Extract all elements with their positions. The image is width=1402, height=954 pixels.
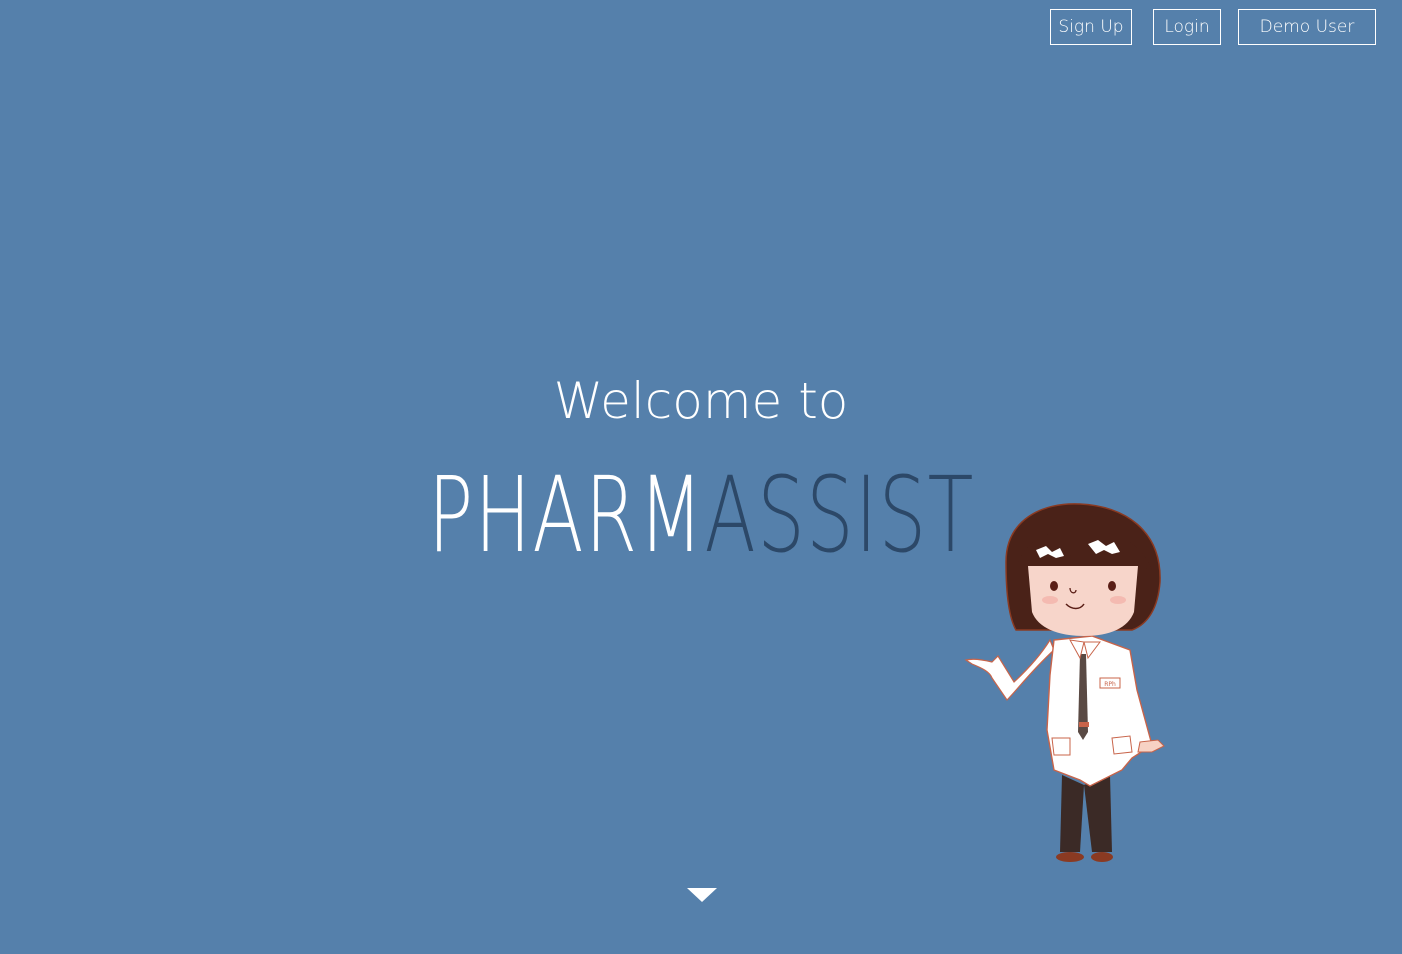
welcome-heading: Welcome to bbox=[553, 372, 849, 430]
brand-part-pharm: PHARM bbox=[428, 454, 705, 576]
scroll-down-icon[interactable] bbox=[686, 887, 718, 903]
pharmacist-illustration: RPh bbox=[964, 503, 1165, 862]
login-button[interactable]: Login bbox=[1153, 9, 1221, 45]
brand-part-assist: ASSIST bbox=[704, 454, 975, 576]
demo-user-button[interactable]: Demo User bbox=[1238, 9, 1376, 45]
badge-text: RPh bbox=[1104, 681, 1116, 688]
brand-logo-text: PHARMASSIST bbox=[428, 455, 975, 575]
signup-button[interactable]: Sign Up bbox=[1050, 9, 1132, 45]
